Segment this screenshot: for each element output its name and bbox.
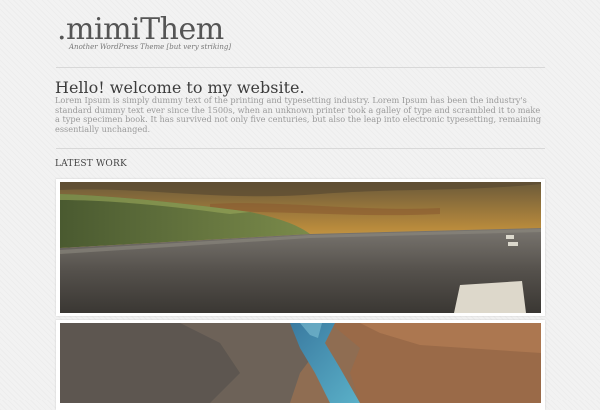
latest-work-item-canyon[interactable]: [56, 320, 545, 410]
header-divider: [56, 67, 545, 68]
intro-divider: [56, 148, 545, 149]
site-tagline: Another WordPress Theme [but very striki…: [69, 43, 232, 51]
latest-work-heading: LATEST WORK: [55, 159, 127, 169]
canyon-river-photo[interactable]: [60, 323, 541, 403]
site-logo[interactable]: .mimiThem: [57, 12, 224, 47]
page: .mimiThem Another WordPress Theme [but v…: [0, 0, 600, 410]
intro-text: Lorem Ipsum is simply dummy text of the …: [55, 95, 542, 134]
road-landscape-photo[interactable]: [60, 182, 541, 313]
latest-work-item-road[interactable]: [56, 179, 545, 316]
